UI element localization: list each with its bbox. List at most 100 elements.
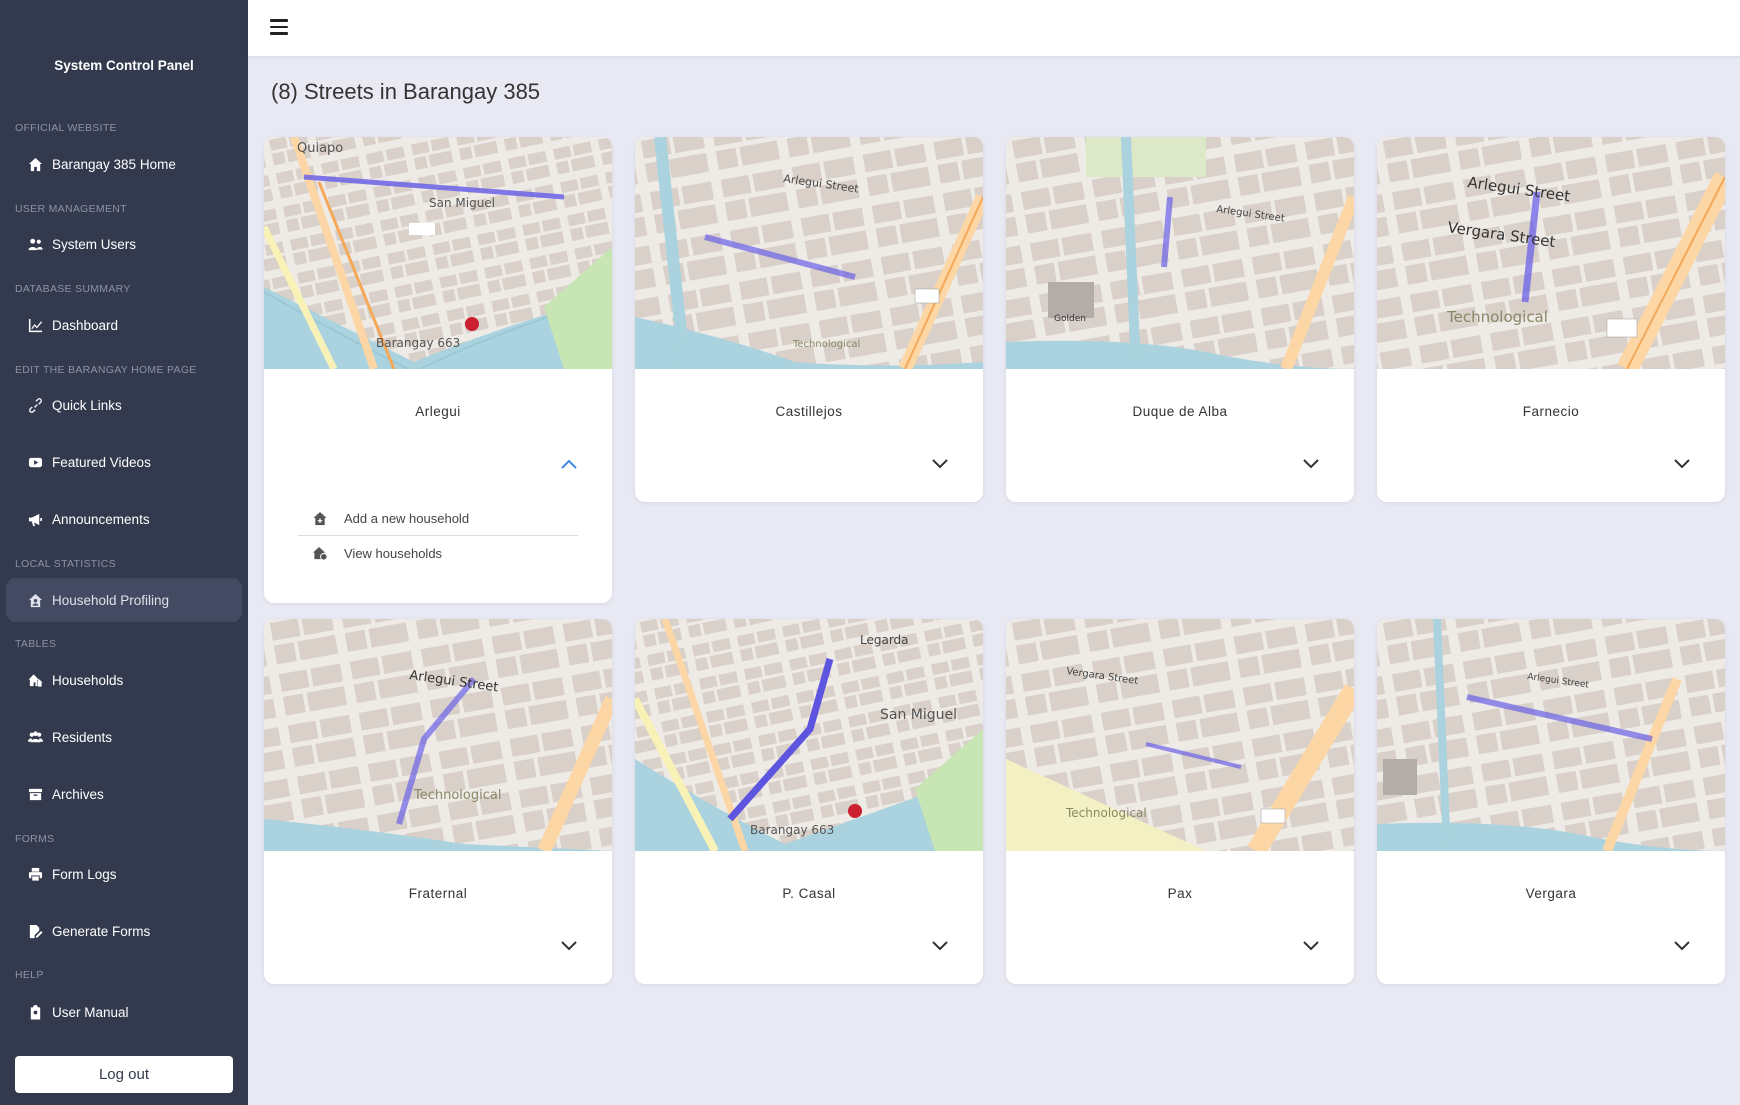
people-icon — [26, 729, 44, 745]
brand-title: System Control Panel — [54, 58, 194, 73]
street-name: Fraternal — [408, 886, 468, 901]
nav-system-users[interactable]: System Users — [6, 222, 242, 266]
line-chart-icon — [26, 317, 44, 333]
nav-featured-videos[interactable]: Featured Videos — [6, 440, 242, 484]
svg-text:San Miguel: San Miguel — [429, 196, 495, 210]
street-name: Pax — [1167, 886, 1193, 901]
nav-label: User Manual — [52, 1004, 129, 1020]
nav-generate-forms[interactable]: Generate Forms — [6, 909, 242, 953]
nav-household-profiling[interactable]: Household Profiling — [6, 578, 242, 622]
svg-text:Legarda: Legarda — [860, 633, 909, 647]
menu-label: View households — [344, 546, 443, 561]
megaphone-icon — [26, 511, 44, 527]
home-icon — [26, 156, 44, 172]
logout-button[interactable]: Log out — [15, 1056, 233, 1093]
nav-dashboard[interactable]: Dashboard — [6, 303, 242, 347]
nav-label: Quick Links — [52, 397, 122, 413]
chevron-down-icon[interactable] — [931, 939, 949, 951]
video-icon — [26, 454, 44, 470]
street-name: P. Casal — [782, 886, 836, 901]
svg-text:Golden: Golden — [1054, 314, 1086, 324]
chevron-down-icon[interactable] — [1302, 457, 1320, 469]
nav-barangay-home[interactable]: Barangay 385 Home — [6, 142, 242, 186]
section-user-management: USER MANAGEMENT — [15, 203, 127, 215]
section-edit-home-page: EDIT THE BARANGAY HOME PAGE — [15, 364, 197, 376]
nav-label: Form Logs — [52, 866, 117, 882]
nav-archives[interactable]: Archives — [6, 772, 242, 816]
nav-households[interactable]: Households — [6, 658, 242, 702]
archive-icon — [26, 786, 44, 802]
street-name: Farnecio — [1522, 404, 1580, 419]
houses-icon — [26, 672, 44, 688]
svg-text:Technological: Technological — [1446, 308, 1548, 326]
section-help: HELP — [15, 969, 44, 981]
hamburger-menu-icon[interactable] — [270, 19, 288, 35]
nav-label: Household Profiling — [52, 592, 170, 608]
street-map-fraternal: Arlegui Street Technological — [264, 619, 612, 851]
menu-divider — [298, 535, 578, 536]
street-card-p-casal[interactable]: Legarda San Miguel Barangay 663 P. Casal — [635, 619, 983, 984]
clipboard-icon — [26, 1004, 44, 1020]
page-title: (8) Streets in Barangay 385 — [271, 79, 541, 104]
link-icon — [26, 397, 44, 413]
house-user-icon — [26, 592, 44, 608]
nav-announcements[interactable]: Announcements — [6, 497, 242, 541]
street-map-p-casal: Legarda San Miguel Barangay 663 — [635, 619, 983, 851]
svg-text:Technological: Technological — [1065, 806, 1147, 820]
street-name: Arlegui — [415, 404, 461, 419]
chevron-down-icon[interactable] — [1673, 457, 1691, 469]
street-map-vergara: Arlegui Street — [1377, 619, 1725, 851]
svg-text:Barangay 663: Barangay 663 — [750, 823, 834, 837]
chevron-down-icon[interactable] — [1673, 939, 1691, 951]
nav-user-manual[interactable]: User Manual — [6, 990, 242, 1034]
menu-label: Add a new household — [344, 511, 470, 526]
street-map-duque-de-alba: Golden Arlegui Street — [1006, 137, 1354, 369]
street-map-farnecio: Arlegui Street Vergara Street Technologi… — [1377, 137, 1725, 369]
chevron-down-icon[interactable] — [1302, 939, 1320, 951]
nav-label: Generate Forms — [52, 923, 151, 939]
section-official-website: OFFICIAL WEBSITE — [15, 122, 117, 134]
section-forms: FORMS — [15, 833, 55, 845]
nav-label: Residents — [52, 729, 113, 745]
print-icon — [26, 866, 44, 882]
nav-label: Households — [52, 672, 124, 688]
nav-label: Dashboard — [52, 317, 119, 333]
svg-text:Technological: Technological — [792, 339, 860, 350]
nav-label: Barangay 385 Home — [52, 156, 176, 172]
street-map-pax: Technological Vergara Street — [1006, 619, 1354, 851]
street-card-duque-de-alba[interactable]: Golden Arlegui Street Duque de Alba — [1006, 137, 1354, 502]
section-local-statistics: LOCAL STATISTICS — [15, 558, 116, 570]
chevron-down-icon[interactable] — [931, 457, 949, 469]
street-map-arlegui: Quiapo San Miguel Barangay 663 — [264, 137, 612, 369]
street-name: Vergara — [1525, 886, 1577, 901]
section-database-summary: DATABASE SUMMARY — [15, 283, 131, 295]
nav-label: Featured Videos — [52, 454, 151, 470]
nav-label: System Users — [52, 236, 137, 252]
nav-residents[interactable]: Residents — [6, 715, 242, 759]
street-map-castillejos: Arlegui Street Technological — [635, 137, 983, 369]
section-tables: TABLES — [15, 638, 57, 650]
nav-label: Archives — [52, 786, 104, 802]
street-card-vergara[interactable]: Arlegui Street Vergara — [1377, 619, 1725, 984]
street-card-arlegui[interactable]: Quiapo San Miguel Barangay 663 Arlegui A… — [264, 137, 612, 603]
sidebar: System Control Panel OFFICIAL WEBSITE Ba… — [0, 0, 248, 1105]
add-household-link[interactable]: Add a new household — [312, 511, 469, 526]
street-name: Duque de Alba — [1132, 404, 1228, 419]
svg-text:Quiapo: Quiapo — [297, 141, 343, 156]
edit-document-icon — [26, 923, 44, 939]
view-households-link[interactable]: View households — [312, 546, 442, 561]
house-add-icon — [313, 511, 327, 526]
house-user-icon — [312, 546, 328, 561]
nav-quick-links[interactable]: Quick Links — [6, 383, 242, 427]
svg-text:Barangay 663: Barangay 663 — [376, 336, 460, 350]
street-card-farnecio[interactable]: Arlegui Street Vergara Street Technologi… — [1377, 137, 1725, 502]
street-card-fraternal[interactable]: Arlegui Street Technological Fraternal — [264, 619, 612, 984]
street-card-pax[interactable]: Technological Vergara Street Pax — [1006, 619, 1354, 984]
users-icon — [26, 236, 44, 252]
chevron-down-icon[interactable] — [560, 939, 578, 951]
street-card-castillejos[interactable]: Arlegui Street Technological Castillejos — [635, 137, 983, 502]
chevron-up-icon[interactable] — [560, 457, 578, 469]
top-bar — [248, 0, 1740, 56]
nav-form-logs[interactable]: Form Logs — [6, 852, 242, 896]
street-name: Castillejos — [775, 404, 843, 419]
